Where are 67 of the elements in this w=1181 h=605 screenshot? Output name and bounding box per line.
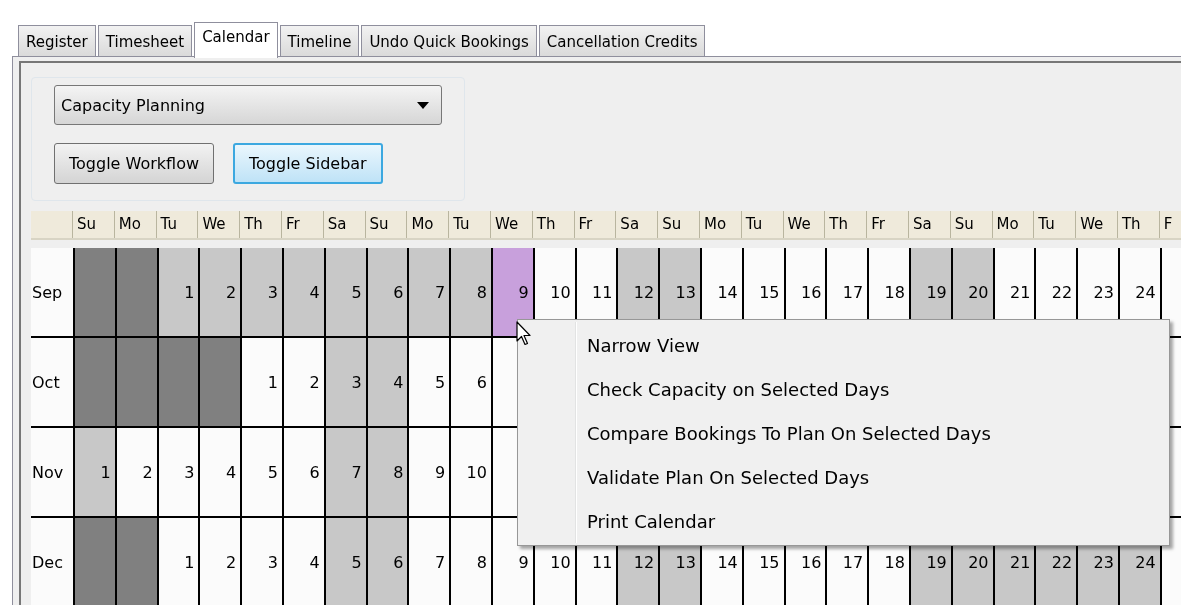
- day-cell[interactable]: [114, 248, 157, 336]
- weekday-label: Tu: [155, 211, 198, 238]
- tab[interactable]: Timeline: [279, 25, 360, 56]
- day-cell[interactable]: 8: [449, 248, 491, 336]
- toggle-button[interactable]: Toggle Sidebar: [233, 143, 383, 184]
- weekday-label: Th: [1116, 211, 1159, 238]
- day-cell[interactable]: 3: [323, 338, 366, 426]
- caret-icon: [417, 101, 429, 109]
- day-cell[interactable]: [114, 338, 157, 426]
- day-cell[interactable]: [73, 248, 115, 336]
- weekday-label: Sa: [907, 211, 950, 238]
- weekday-label: Tu: [448, 211, 490, 238]
- day-cell[interactable]: 5: [323, 518, 366, 605]
- day-cell[interactable]: [114, 518, 157, 605]
- tab[interactable]: Timesheet: [97, 25, 193, 56]
- tab[interactable]: Undo Quick Bookings: [361, 25, 537, 56]
- weekday-label: Fr: [866, 211, 908, 238]
- weekday-label: Su: [72, 211, 114, 238]
- month-label: Dec: [31, 551, 64, 574]
- weekday-label: Th: [824, 211, 867, 238]
- weekday-label: Th: [531, 211, 574, 238]
- menu-item[interactable]: Check Capacity on Selected Days: [587, 368, 1169, 412]
- month-label: Oct: [31, 371, 61, 394]
- day-cell[interactable]: 2: [198, 248, 241, 336]
- day-cell[interactable]: [73, 338, 115, 426]
- weekday-label: Sa: [322, 211, 365, 238]
- weekday-label: Sa: [615, 211, 658, 238]
- month-label: Sep: [31, 281, 64, 304]
- day-cell[interactable]: 1: [73, 428, 115, 516]
- menu-item[interactable]: Validate Plan On Selected Days: [587, 456, 1169, 500]
- weekday-label: Th: [239, 211, 281, 238]
- weekday-label: We: [489, 211, 532, 238]
- weekday-label: Tu: [740, 211, 783, 238]
- weekday-label: We: [1075, 211, 1117, 238]
- month-label: Nov: [31, 461, 65, 484]
- day-cell[interactable]: 5: [323, 248, 366, 336]
- view-dropdown[interactable]: Capacity Planning: [54, 85, 442, 125]
- day-cell[interactable]: 6: [365, 518, 408, 605]
- weekday-label: We: [782, 211, 825, 238]
- day-cell[interactable]: 1: [156, 248, 199, 336]
- menu-item[interactable]: Compare Bookings To Plan On Selected Days: [587, 412, 1169, 456]
- day-cell[interactable]: [198, 338, 241, 426]
- weekday-label: Mo: [698, 211, 741, 238]
- weekday-label: F: [1158, 211, 1181, 238]
- day-cell[interactable]: 6: [365, 248, 408, 336]
- day-cell[interactable]: 8: [365, 428, 408, 516]
- weekday-label: Fr: [573, 211, 616, 238]
- weekday-label: We: [197, 211, 240, 238]
- day-cell[interactable]: [156, 338, 199, 426]
- weekday-label: Mo: [406, 211, 449, 238]
- day-cell[interactable]: 3: [240, 248, 282, 336]
- weekday-label: Mo: [113, 211, 156, 238]
- day-cell[interactable]: 7: [323, 428, 366, 516]
- day-cell[interactable]: [73, 518, 115, 605]
- tab[interactable]: Register: [18, 25, 96, 56]
- weekday-label: Mo: [991, 211, 1034, 238]
- tab[interactable]: Cancellation Credits: [538, 25, 706, 56]
- weekday-label: Su: [657, 211, 699, 238]
- weekday-label: Tu: [1033, 211, 1076, 238]
- day-cell[interactable]: 4: [282, 248, 324, 336]
- weekday-label: Su: [949, 211, 992, 238]
- day-cell[interactable]: 4: [365, 338, 408, 426]
- weekday-label: Fr: [281, 211, 323, 238]
- weekday-label: Su: [364, 211, 407, 238]
- tab[interactable]: Calendar: [194, 22, 278, 58]
- day-cell[interactable]: 7: [407, 248, 450, 336]
- toggle-button[interactable]: Toggle Workflow: [54, 143, 214, 184]
